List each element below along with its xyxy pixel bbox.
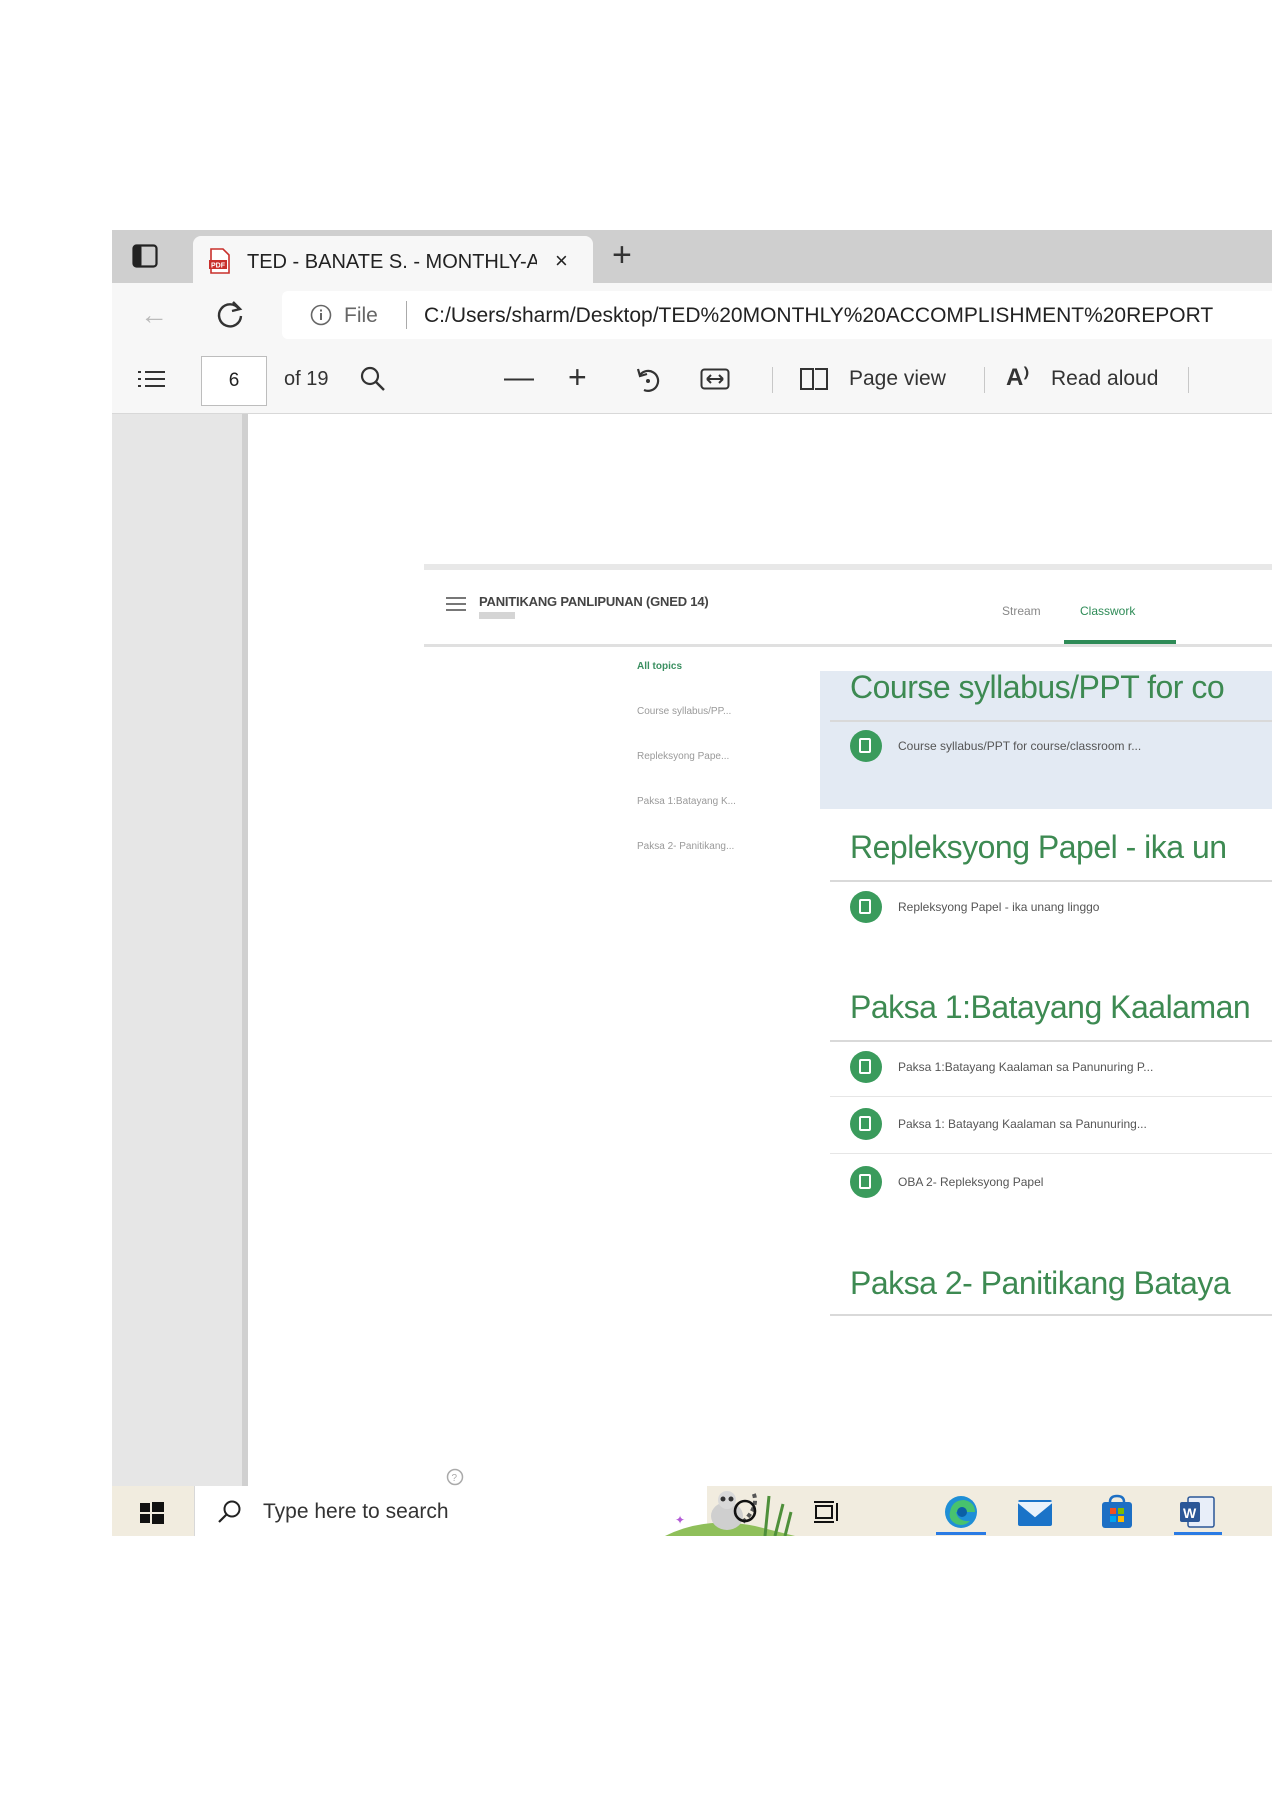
- assignment-item: Paksa 1: Batayang Kaalaman sa Panunuring…: [850, 1106, 1272, 1144]
- assignment-icon: [850, 1108, 882, 1140]
- page-count: of 19: [284, 368, 329, 390]
- toolbar-divider: [772, 367, 773, 393]
- svg-text:PDF: PDF: [211, 263, 226, 270]
- document-gutter: [112, 414, 242, 1486]
- assignment-item: Repleksyong Papel - ika unang linggo: [850, 889, 1272, 927]
- hamburger-menu-icon: [446, 597, 466, 611]
- browser-tab[interactable]: PDF TED - BANATE S. - MONTHLY-AC ×: [193, 236, 593, 283]
- toolbar-divider: [1188, 367, 1189, 393]
- mail-icon[interactable]: [1016, 1494, 1054, 1530]
- section-title: Course syllabus/PPT for co: [850, 669, 1225, 705]
- svg-text:W: W: [1183, 1505, 1197, 1521]
- word-icon[interactable]: W: [1178, 1494, 1216, 1530]
- active-app-indicator: [936, 1532, 986, 1535]
- tab-close-icon[interactable]: ×: [555, 248, 568, 274]
- classroom-header: PANITIKANG PANLIPUNAN (GNED 14) Stream C…: [424, 574, 1272, 647]
- reload-icon[interactable]: [215, 299, 245, 329]
- section-title: Paksa 1:Batayang Kaalaman: [850, 989, 1251, 1025]
- search-icon[interactable]: [359, 365, 387, 393]
- assignment-title: Repleksyong Papel - ika unang linggo: [898, 900, 1100, 914]
- assignment-icon: [850, 1051, 882, 1083]
- topic-link: Paksa 2- Panitikang...: [637, 841, 735, 852]
- browser-screenshot: PDF TED - BANATE S. - MONTHLY-AC × + ← F…: [112, 230, 1272, 1536]
- back-arrow-icon[interactable]: ←: [140, 299, 168, 331]
- svg-text:?: ?: [452, 1473, 458, 1484]
- edge-icon[interactable]: [942, 1494, 980, 1530]
- new-tab-button[interactable]: +: [612, 238, 632, 272]
- search-placeholder: Type here to search: [263, 1500, 449, 1523]
- cortana-icon[interactable]: [732, 1498, 758, 1524]
- windows-start-icon[interactable]: [140, 1502, 164, 1524]
- tab-active-indicator: [1064, 640, 1176, 644]
- assignment-item: OBA 2- Repleksyong Papel: [850, 1164, 1272, 1202]
- assignment-item: Course syllabus/PPT for course/classroom…: [850, 728, 1272, 766]
- url-text[interactable]: C:/Users/sharm/Desktop/TED%20MONTHLY%20A…: [424, 304, 1213, 328]
- assignment-icon: [850, 730, 882, 762]
- pdf-toolbar: 6 of 19 — + Page view A⁾ Read aloud: [112, 347, 1272, 414]
- active-app-indicator: [1174, 1532, 1222, 1535]
- topic-link: Paksa 1:Batayang K...: [637, 796, 736, 807]
- search-highlight-art: ✦: [665, 1491, 795, 1536]
- topic-all: All topics: [637, 661, 683, 672]
- section-title: Paksa 2- Panitikang Bataya: [850, 1265, 1231, 1301]
- tab-strip: PDF TED - BANATE S. - MONTHLY-AC × +: [112, 230, 1272, 283]
- toolbar-divider: [984, 367, 985, 393]
- course-title: PANITIKANG PANLIPUNAN (GNED 14): [479, 594, 709, 609]
- assignment-title: Paksa 1:Batayang Kaalaman sa Panunuring …: [898, 1060, 1154, 1074]
- task-view-icon[interactable]: [812, 1499, 842, 1525]
- taskbar-search-box[interactable]: Type here to search ✦: [194, 1486, 795, 1536]
- item-divider: [830, 1153, 1272, 1154]
- help-icon: ?: [446, 1468, 464, 1486]
- store-icon[interactable]: [1098, 1494, 1136, 1530]
- tab-actions-icon[interactable]: [132, 244, 158, 268]
- topic-link: Course syllabus/PP...: [637, 706, 732, 717]
- search-icon: [218, 1500, 241, 1523]
- page-view-icon[interactable]: [799, 366, 829, 392]
- taskbar: Type here to search ✦ W: [112, 1486, 1272, 1536]
- assignment-icon: [850, 1166, 882, 1198]
- page-view-button[interactable]: Page view: [849, 367, 946, 391]
- rotate-icon[interactable]: [634, 366, 662, 394]
- address-bar-row: ← File C:/Users/sharm/Desktop/TED%20MONT…: [112, 283, 1272, 347]
- zoom-in-button[interactable]: +: [568, 361, 587, 393]
- assignment-title: Paksa 1: Batayang Kaalaman sa Panunuring…: [898, 1117, 1147, 1131]
- fit-to-width-icon[interactable]: [700, 368, 730, 390]
- tab-title: TED - BANATE S. - MONTHLY-AC: [247, 251, 537, 273]
- classroom-top-strip: [424, 564, 1272, 570]
- course-subtitle-placeholder: [479, 612, 515, 619]
- assignment-icon: [850, 891, 882, 923]
- url-divider: [406, 301, 407, 329]
- pdf-file-icon: PDF: [209, 248, 230, 274]
- section-divider: [830, 880, 1272, 882]
- item-divider: [830, 1096, 1272, 1097]
- pdf-page: PANITIKANG PANLIPUNAN (GNED 14) Stream C…: [248, 414, 1272, 1486]
- read-aloud-button[interactable]: Read aloud: [1051, 367, 1158, 391]
- section-title: Repleksyong Papel - ika un: [850, 829, 1227, 865]
- info-icon[interactable]: [310, 304, 332, 326]
- svg-text:✦: ✦: [675, 1513, 685, 1527]
- assignment-title: Course syllabus/PPT for course/classroom…: [898, 739, 1142, 753]
- section-divider: [830, 1314, 1272, 1316]
- section-divider: [830, 1040, 1272, 1042]
- assignment-title: OBA 2- Repleksyong Papel: [898, 1175, 1044, 1189]
- read-aloud-icon[interactable]: A⁾: [1006, 363, 1029, 392]
- address-bar[interactable]: File C:/Users/sharm/Desktop/TED%20MONTHL…: [282, 291, 1272, 339]
- topic-link: Repleksyong Pape...: [637, 751, 730, 762]
- file-scheme-label: File: [344, 304, 378, 327]
- tab-stream: Stream: [1002, 604, 1041, 618]
- table-of-contents-icon[interactable]: [138, 367, 166, 391]
- page-number-input[interactable]: 6: [201, 356, 267, 406]
- assignment-item: Paksa 1:Batayang Kaalaman sa Panunuring …: [850, 1049, 1272, 1087]
- section-divider: [830, 720, 1272, 722]
- zoom-out-button[interactable]: —: [504, 363, 534, 393]
- tab-classwork: Classwork: [1080, 604, 1136, 618]
